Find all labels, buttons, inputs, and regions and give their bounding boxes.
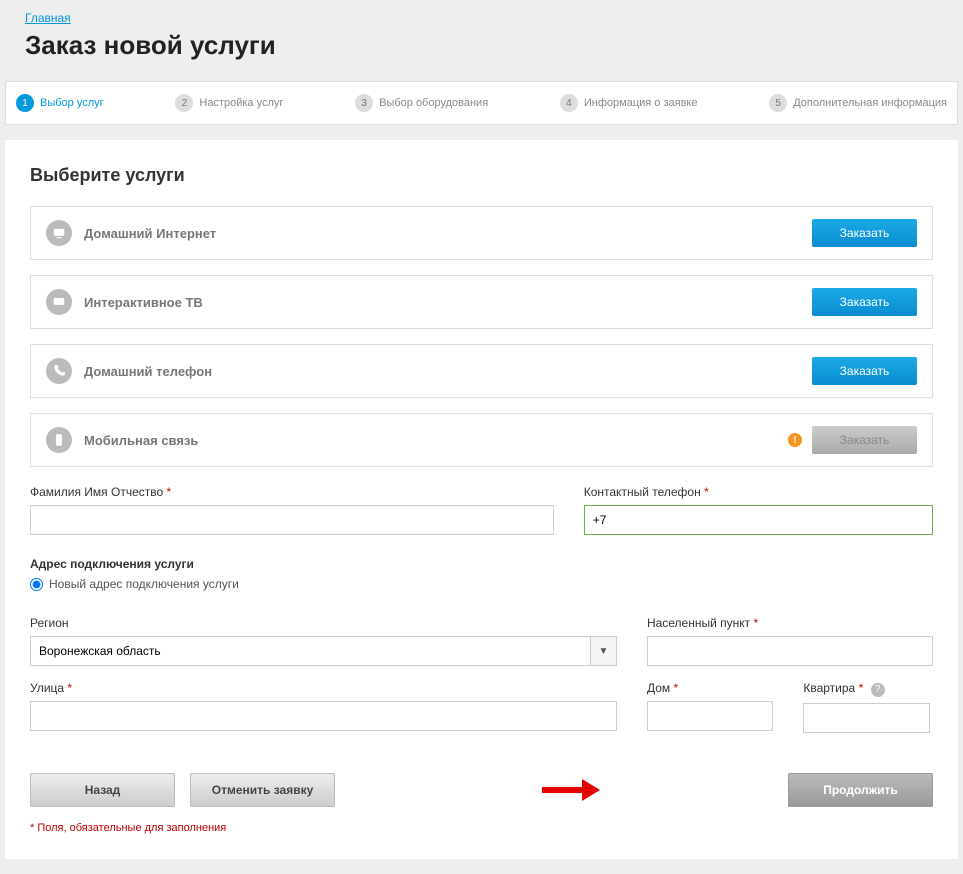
street-label: Улица * (30, 681, 617, 695)
street-input[interactable] (30, 701, 617, 731)
flat-label: Квартира * ? (803, 681, 929, 697)
warning-icon: ! (788, 433, 802, 447)
step-label: Информация о заявке (584, 97, 698, 109)
main-panel: Выберите услуги Домашний Интернет Заказа… (5, 140, 958, 859)
step-number: 4 (560, 94, 578, 112)
step-label: Дополнительная информация (793, 97, 947, 109)
order-internet-button[interactable]: Заказать (812, 219, 917, 247)
order-mobile-button: Заказать (812, 426, 917, 454)
help-icon[interactable]: ? (871, 683, 885, 697)
phone-input[interactable] (584, 505, 933, 535)
region-dropdown-button[interactable]: ▼ (591, 636, 617, 666)
cancel-button[interactable]: Отменить заявку (190, 773, 335, 807)
service-mobile: Мобильная связь ! Заказать (30, 413, 933, 467)
step-number: 2 (175, 94, 193, 112)
fio-label: Фамилия Имя Отчество * (30, 485, 554, 499)
mobile-icon (46, 427, 72, 453)
address-section-title: Адрес подключения услуги (30, 557, 933, 571)
continue-button[interactable]: Продолжить (788, 773, 933, 807)
section-title: Выберите услуги (30, 165, 933, 186)
service-name: Интерактивное ТВ (84, 295, 812, 310)
step-label: Выбор оборудования (379, 97, 488, 109)
service-home-internet: Домашний Интернет Заказать (30, 206, 933, 260)
back-button[interactable]: Назад (30, 773, 175, 807)
internet-icon (46, 220, 72, 246)
phone-icon (46, 358, 72, 384)
service-name: Мобильная связь (84, 433, 788, 448)
service-name: Домашний Интернет (84, 226, 812, 241)
footer-buttons: Назад Отменить заявку Продолжить (30, 773, 933, 807)
step-label: Выбор услуг (40, 97, 104, 109)
page-title: Заказ новой услуги (25, 30, 938, 61)
fio-input[interactable] (30, 505, 554, 535)
city-label: Населенный пункт * (647, 616, 933, 630)
required-footnote: * Поля, обязательные для заполнения (30, 822, 933, 834)
service-name: Домашний телефон (84, 364, 812, 379)
phone-label: Контактный телефон * (584, 485, 933, 499)
breadcrumb-home[interactable]: Главная (25, 11, 71, 25)
step-number: 1 (16, 94, 34, 112)
region-input[interactable] (30, 636, 591, 666)
step-5[interactable]: 5 Дополнительная информация (769, 94, 947, 112)
step-2[interactable]: 2 Настройка услуг (175, 94, 283, 112)
new-address-radio[interactable]: Новый адрес подключения услуги (30, 577, 933, 591)
house-label: Дом * (647, 681, 773, 695)
step-3[interactable]: 3 Выбор оборудования (355, 94, 488, 112)
tv-icon (46, 289, 72, 315)
step-4[interactable]: 4 Информация о заявке (560, 94, 698, 112)
order-phone-button[interactable]: Заказать (812, 357, 917, 385)
service-tv: Интерактивное ТВ Заказать (30, 275, 933, 329)
steps-bar: 1 Выбор услуг 2 Настройка услуг 3 Выбор … (5, 81, 958, 125)
step-label: Настройка услуг (199, 97, 283, 109)
step-number: 5 (769, 94, 787, 112)
new-address-radio-input[interactable] (30, 578, 43, 591)
order-tv-button[interactable]: Заказать (812, 288, 917, 316)
city-input[interactable] (647, 636, 933, 666)
step-number: 3 (355, 94, 373, 112)
region-label: Регион (30, 616, 617, 630)
step-1[interactable]: 1 Выбор услуг (16, 94, 104, 112)
page-header: Главная Заказ новой услуги (0, 0, 963, 81)
radio-label: Новый адрес подключения услуги (49, 577, 239, 591)
flat-input[interactable] (803, 703, 929, 733)
arrow-annotation (542, 787, 582, 793)
service-phone: Домашний телефон Заказать (30, 344, 933, 398)
house-input[interactable] (647, 701, 773, 731)
